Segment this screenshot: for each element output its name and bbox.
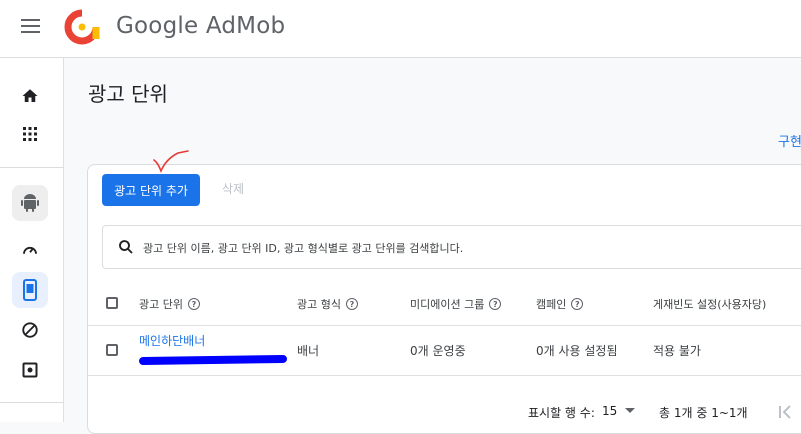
dropdown-icon [625,408,636,413]
android-icon[interactable] [12,185,48,221]
help-icon[interactable]: ? [489,298,502,310]
help-icon[interactable]: ? [187,298,200,310]
side-nav [0,58,64,422]
column-header-campaign[interactable]: 캠페인? [536,296,584,312]
rows-per-page-label: 표시할 행 수: [528,406,595,420]
column-header-format[interactable]: 광고 형식? [297,296,358,312]
divider [0,402,64,403]
campaign-cell: 0개 사용 설정됨 [536,344,618,358]
handwritten-checkmark-annotation [153,150,189,174]
ad-units-icon[interactable] [12,272,48,308]
search-icon [119,240,133,254]
table-header: 광고 단위? 광고 형식? 미디에이션 그룹? 캠페인? 게재빈도 설정(사용자… [88,281,801,326]
pagination-range: 총 1개 중 1~1개 [659,406,748,420]
main-content: 광고 단위 구현 광고 단위 추가 삭제 광고 단위? 광고 형식? 미디에이션… [64,58,801,434]
ad-units-card: 광고 단위 추가 삭제 광고 단위? 광고 형식? 미디에이션 그룹? 캠페인?… [87,164,801,434]
admob-logo [64,9,100,45]
ad-unit-name-link[interactable]: 메인하단배너 [139,332,205,349]
divider [0,167,64,168]
add-ad-unit-button[interactable]: 광고 단위 추가 [102,174,200,206]
mediation-cell: 0개 운영중 [410,344,466,358]
delete-button[interactable]: 삭제 [222,180,244,197]
search-box [102,225,801,270]
search-input[interactable] [141,226,785,270]
rows-per-page-select[interactable]: 15 [602,404,636,418]
row-checkbox[interactable] [106,344,118,356]
home-icon[interactable] [12,78,48,114]
page-title: 광고 단위 [88,82,168,106]
implementation-link[interactable]: 구현 [778,131,801,150]
column-header-frequency[interactable]: 게재빈도 설정(사용자당) [653,296,766,312]
help-icon[interactable]: ? [571,298,584,310]
menu-icon[interactable] [21,19,40,33]
select-all-checkbox[interactable] [106,297,118,309]
table-row: 메인하단배너 배너 0개 운영중 0개 사용 설정됨 적용 불가 [88,325,801,376]
first-page-icon[interactable] [777,404,793,420]
column-header-ad-unit[interactable]: 광고 단위? [139,296,200,312]
redacted-ad-unit-id [138,354,288,366]
settings-icon[interactable] [12,352,48,388]
help-icon[interactable]: ? [345,298,358,310]
dashboard-gauge-icon[interactable] [12,232,48,268]
format-cell: 배너 [297,344,320,358]
block-icon[interactable] [12,312,48,348]
apps-grid-icon[interactable] [12,116,48,152]
frequency-cell: 적용 불가 [653,344,701,358]
brand-name: Google AdMob [116,13,286,39]
column-header-mediation[interactable]: 미디에이션 그룹? [410,296,502,312]
top-bar: Google AdMob [0,0,801,58]
